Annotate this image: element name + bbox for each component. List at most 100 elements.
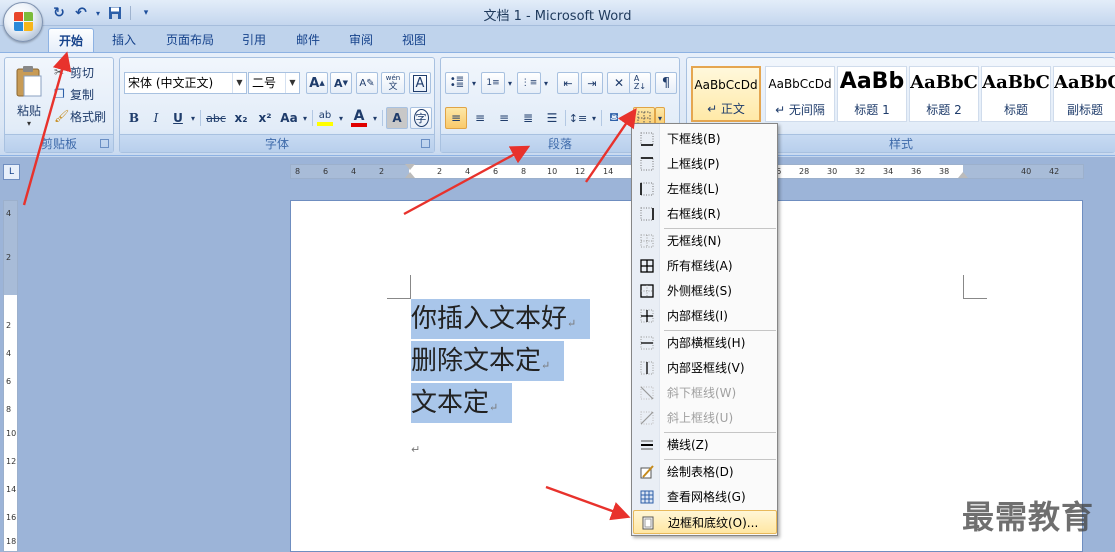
change-case-button[interactable]: Aa <box>278 107 300 129</box>
first-line-indent-marker[interactable] <box>405 164 415 170</box>
bullets-icon: •≡ •≡ <box>449 74 465 91</box>
clipboard-launcher-icon[interactable] <box>100 139 109 148</box>
vertical-ruler[interactable]: 4 2 2 4 6 8 10 12 14 16 18 <box>3 200 18 552</box>
style-heading-2[interactable]: AaBbC 标题 2 <box>909 66 979 122</box>
office-button[interactable] <box>3 2 43 42</box>
underline-dropdown-icon[interactable]: ▾ <box>188 107 198 129</box>
style-heading-1[interactable]: AaBb 标题 1 <box>837 66 907 122</box>
numbering-button[interactable]: 1≡ <box>481 72 505 94</box>
copy-button[interactable]: ❐ 复制 <box>53 84 111 104</box>
copy-label: 复制 <box>70 87 95 102</box>
tab-home[interactable]: 开始 <box>48 28 94 52</box>
shading-button[interactable]: ⛾ <box>603 107 625 129</box>
right-indent-marker[interactable] <box>958 172 968 178</box>
multilevel-list-button[interactable]: ⋮≡ <box>517 72 541 94</box>
style-subtitle[interactable]: AaBbC 副标题 <box>1053 66 1115 122</box>
character-shading-button[interactable]: A <box>386 107 408 129</box>
format-painter-button[interactable]: 🖌 格式刷 <box>53 106 111 126</box>
menu-item-right-border[interactable]: 右框线(R) <box>633 202 777 226</box>
menu-item-outside-borders[interactable]: 外侧框线(S) <box>633 279 777 303</box>
highlight-button[interactable]: ab <box>314 107 336 129</box>
paste-dropdown-icon[interactable]: ▾ <box>27 119 31 128</box>
menu-item-inside-vertical-border[interactable]: 内部竖框线(V) <box>633 356 777 380</box>
underline-button[interactable]: U <box>168 107 188 129</box>
menu-item-all-borders[interactable]: 所有框线(A) <box>633 254 777 278</box>
menu-item-diagonal-up-border[interactable]: 斜上框线(U) <box>633 406 777 430</box>
line-spacing-dropdown-icon[interactable]: ▾ <box>589 107 599 129</box>
cut-button[interactable]: ✂ 剪切 <box>53 62 111 82</box>
increase-indent-button[interactable]: ⇥ <box>581 72 603 94</box>
change-case-dropdown-icon[interactable]: ▾ <box>300 107 310 129</box>
paste-button[interactable]: 粘贴 ▾ <box>9 60 49 132</box>
menu-item-horizontal-line[interactable]: 横线(Z) <box>633 433 777 457</box>
menu-item-view-gridlines[interactable]: 查看网格线(G) <box>633 485 777 509</box>
multilevel-list-icon: ⋮≡ <box>520 78 538 88</box>
left-indent-marker[interactable] <box>405 172 415 178</box>
phonetic-char-icon: 文 <box>388 82 398 92</box>
line-spacing-button[interactable]: ↕≡ <box>567 107 589 129</box>
multilevel-dropdown-icon[interactable]: ▾ <box>541 72 551 94</box>
grow-font-button[interactable]: A ▲ <box>306 72 328 94</box>
highlight-color-bar <box>317 122 333 126</box>
menu-item-inside-horizontal-border[interactable]: 内部横框线(H) <box>633 331 777 355</box>
font-color-button[interactable]: A <box>348 107 370 129</box>
tab-references[interactable]: 引用 <box>234 28 274 52</box>
menu-item-borders-and-shading[interactable]: 边框和底纹(O)... <box>633 510 777 534</box>
italic-button[interactable]: I <box>146 107 166 129</box>
font-name-value: 宋体 (中文正文) <box>128 76 214 90</box>
font-size-combo[interactable]: 二号 ▼ <box>248 72 300 94</box>
menu-item-no-border[interactable]: 无框线(N) <box>633 229 777 253</box>
style-title[interactable]: AaBbC 标题 <box>981 66 1051 122</box>
decrease-indent-button[interactable]: ⇤ <box>557 72 579 94</box>
tab-mailings[interactable]: 邮件 <box>288 28 328 52</box>
sort-button[interactable]: A Z↓ <box>629 72 651 94</box>
document-line[interactable]: 你插入文本好↵ <box>411 299 591 339</box>
clear-format-button[interactable]: A✎ <box>356 72 378 94</box>
menu-item-inside-borders[interactable]: 内部框线(I) <box>633 304 777 328</box>
justify-button[interactable]: ≣ <box>517 107 539 129</box>
bold-button[interactable]: B <box>124 107 144 129</box>
tab-review[interactable]: 审阅 <box>341 28 381 52</box>
highlight-dropdown-icon[interactable]: ▾ <box>336 107 346 129</box>
menu-item-top-border[interactable]: 上框线(P) <box>633 152 777 176</box>
clear-format-icon: A✎ <box>359 77 375 89</box>
distributed-button[interactable]: ☰ <box>541 107 563 129</box>
show-marks-button[interactable]: ¶ <box>655 72 677 94</box>
enclose-characters-button[interactable]: 字 <box>410 107 432 129</box>
font-launcher-icon[interactable] <box>421 139 430 148</box>
font-name-combo[interactable]: 宋体 (中文正文) ▼ <box>124 72 247 94</box>
menu-item-diagonal-down-border[interactable]: 斜下框线(W) <box>633 381 777 405</box>
tab-insert[interactable]: 插入 <box>104 28 144 52</box>
tab-selector-icon[interactable]: L <box>3 164 20 180</box>
chevron-down-icon[interactable]: ▼ <box>232 73 246 93</box>
document-line[interactable]: 删除文本定↵ <box>411 341 565 381</box>
strikethrough-button[interactable]: abc <box>204 107 228 129</box>
ribbon-tabs: 开始 插入 页面布局 引用 邮件 审阅 视图 <box>0 26 1115 52</box>
menu-item-left-border[interactable]: 左框线(L) <box>633 177 777 201</box>
numbering-dropdown-icon[interactable]: ▾ <box>505 72 515 94</box>
style-no-spacing[interactable]: AaBbCcDd ↵ 无间隔 <box>765 66 835 122</box>
align-right-button[interactable]: ≡ <box>493 107 515 129</box>
bullets-dropdown-icon[interactable]: ▾ <box>469 72 479 94</box>
clipboard-group: 粘贴 ▾ ✂ 剪切 ❐ 复制 🖌 格式刷 剪贴板 <box>4 57 114 153</box>
menu-item-draw-table[interactable]: 绘制表格(D) <box>633 460 777 484</box>
font-color-dropdown-icon[interactable]: ▾ <box>370 107 380 129</box>
align-center-button[interactable]: ≡ <box>469 107 491 129</box>
shrink-font-button[interactable]: A ▼ <box>330 72 352 94</box>
subscript-button[interactable]: x₂ <box>230 107 252 129</box>
tab-view[interactable]: 视图 <box>394 28 434 52</box>
paint-bucket-icon: ⛾ <box>609 110 619 124</box>
align-left-button[interactable]: ≡ <box>445 107 467 129</box>
style-normal[interactable]: AaBbCcDd ↵ 正文 <box>691 66 761 122</box>
phonetic-guide-button[interactable]: wén 文 <box>381 72 405 94</box>
document-line[interactable]: 文本定↵ <box>411 383 513 423</box>
ribbon: 粘贴 ▾ ✂ 剪切 ❐ 复制 🖌 格式刷 剪贴板 宋体 (中文正文) ▼ 二号 … <box>0 52 1115 156</box>
chevron-down-icon[interactable]: ▼ <box>285 73 299 93</box>
menu-item-bottom-border[interactable]: 下框线(B) <box>633 127 777 151</box>
character-border-button[interactable]: A <box>409 72 431 94</box>
chinese-layout-button[interactable]: ✕ <box>607 72 631 94</box>
bullets-button[interactable]: •≡ •≡ <box>445 72 469 94</box>
font-size-value: 二号 <box>252 76 277 90</box>
tab-page-layout[interactable]: 页面布局 <box>158 28 222 52</box>
superscript-button[interactable]: x² <box>254 107 276 129</box>
